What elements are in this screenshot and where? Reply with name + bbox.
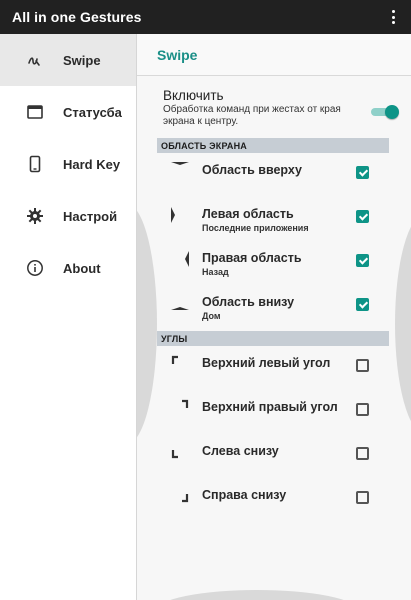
app-bar: All in one Gestures [0, 0, 411, 34]
corner-checkbox-bottom-left[interactable] [356, 447, 369, 460]
corner-row-bottom-left[interactable]: Слева снизу [137, 434, 411, 478]
sidebar-item-about[interactable]: About [0, 242, 136, 294]
sidebar-item-settings[interactable]: Настрой [0, 190, 136, 242]
corner-bottom-right-icon [182, 494, 189, 503]
area-subtitle: Дом [202, 311, 221, 321]
corner-top-left-icon [171, 355, 178, 364]
area-row-bottom[interactable]: Область внизу Дом [137, 285, 411, 329]
info-icon [26, 259, 44, 277]
area-row-left[interactable]: Левая область Последние приложения [137, 197, 411, 241]
area-title: Область внизу [202, 295, 295, 309]
area-title: Правая область [202, 251, 302, 265]
area-row-right[interactable]: Правая область Назад [137, 241, 411, 285]
group-header-areas: ОБЛАСТЬ ЭКРАНА [157, 138, 389, 153]
corner-row-top-left[interactable]: Верхний левый угол [137, 346, 411, 390]
sidebar-item-label: Настрой [63, 208, 118, 224]
sidebar-item-label: Hard Key [63, 156, 121, 172]
sidebar-item-statusbar[interactable]: Статусба [0, 86, 136, 138]
area-title: Левая область [202, 207, 294, 221]
corner-checkbox-top-left[interactable] [356, 359, 369, 372]
area-checkbox-left[interactable] [356, 210, 369, 223]
corner-title: Справа снизу [202, 488, 287, 502]
corner-title: Верхний левый угол [202, 356, 331, 370]
phone-icon [26, 155, 44, 173]
corner-title: Слева снизу [202, 444, 279, 458]
sidebar-item-label: Swipe [63, 52, 101, 68]
app-title: All in one Gestures [12, 9, 142, 25]
corner-bottom-left-icon [171, 450, 178, 459]
left-edge-icon [171, 207, 175, 223]
area-subtitle: Назад [202, 267, 229, 277]
bottom-edge-icon [171, 307, 189, 310]
corner-checkbox-top-right[interactable] [356, 403, 369, 416]
enable-description: Обработка команд при жестах от края экра… [163, 104, 341, 127]
sidebar-item-hard-key[interactable]: Hard Key [0, 138, 136, 190]
switch-thumb [385, 105, 399, 119]
right-edge-icon [185, 251, 189, 267]
statusbar-icon [26, 103, 44, 121]
page-title: Swipe [137, 34, 411, 76]
enable-row[interactable]: Включить Обработка команд при жестах от … [137, 76, 411, 138]
enable-switch[interactable] [371, 105, 399, 119]
edge-handle-bottom [157, 590, 357, 600]
corner-title: Верхний правый угол [202, 400, 338, 414]
swipe-icon [26, 51, 44, 69]
corner-top-right-icon [182, 399, 189, 408]
area-subtitle: Последние приложения [202, 223, 309, 233]
group-header-corners: УГЛЫ [157, 331, 389, 346]
sidebar-item-label: Статусба [63, 104, 122, 120]
content-panel: Swipe Включить Обработка команд при жест… [137, 34, 411, 600]
top-edge-icon [171, 162, 189, 165]
more-vertical-icon[interactable] [385, 6, 401, 28]
corner-row-bottom-right[interactable]: Справа снизу [137, 478, 411, 522]
area-title: Область вверху [202, 163, 302, 177]
gear-icon [26, 207, 44, 225]
corner-row-top-right[interactable]: Верхний правый угол [137, 390, 411, 434]
area-row-top[interactable]: Область вверху [137, 153, 411, 197]
area-checkbox-top[interactable] [356, 166, 369, 179]
sidebar: Swipe Статусба Hard Key Настрой About [0, 34, 137, 600]
corner-checkbox-bottom-right[interactable] [356, 491, 369, 504]
sidebar-item-swipe[interactable]: Swipe [0, 34, 136, 86]
sidebar-item-label: About [63, 260, 101, 276]
area-checkbox-right[interactable] [356, 254, 369, 267]
enable-title: Включить [163, 88, 224, 103]
area-checkbox-bottom[interactable] [356, 298, 369, 311]
